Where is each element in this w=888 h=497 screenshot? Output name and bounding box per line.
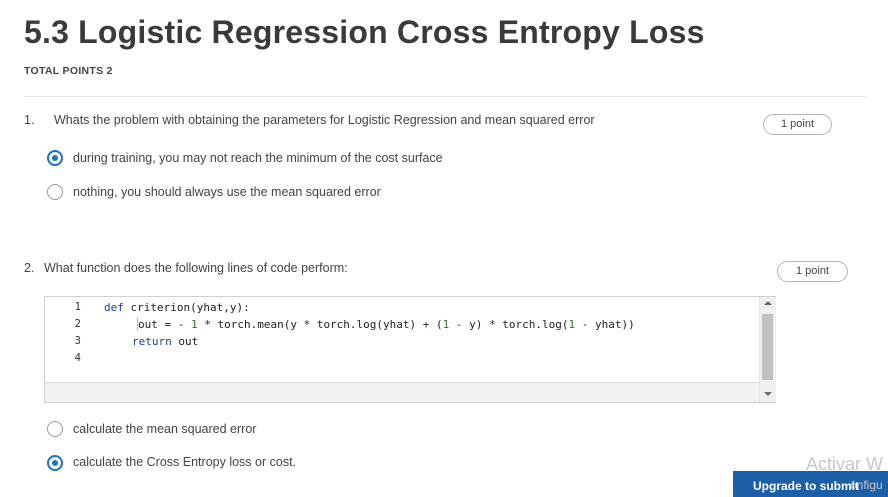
activation-watermark-sub: onfigu: [850, 478, 883, 492]
scroll-up-arrow-icon[interactable]: [764, 301, 772, 305]
question-2-option-1-label[interactable]: calculate the mean squared error: [73, 422, 256, 436]
question-2-option-2-radio[interactable]: [47, 455, 63, 471]
code-editor-footer: [45, 382, 775, 402]
divider: [24, 96, 866, 97]
question-2-option-1-radio[interactable]: [47, 421, 63, 437]
line-number: 3: [74, 335, 81, 347]
question-1-text: Whats the problem with obtaining the par…: [54, 113, 595, 127]
question-1-option-2-label[interactable]: nothing, you should always use the mean …: [73, 185, 381, 199]
question-2-option-2-label[interactable]: calculate the Cross Entropy loss or cost…: [73, 455, 296, 469]
line-number: 1: [74, 301, 81, 313]
question-1-option-2-radio[interactable]: [47, 184, 63, 200]
question-1-option-1-radio[interactable]: [47, 150, 63, 166]
question-1-points-badge: 1 point: [763, 114, 832, 135]
scroll-down-arrow-icon[interactable]: [764, 392, 772, 396]
code-line-1: def criterion(yhat,y):: [104, 301, 250, 314]
code-line-2: out = - 1 * torch.mean(y * torch.log(yha…: [138, 318, 635, 331]
question-2-number: 2.: [24, 261, 35, 275]
question-2-points-badge: 1 point: [777, 261, 848, 282]
question-1-number: 1.: [24, 113, 35, 127]
total-points: TOTAL POINTS 2: [24, 65, 113, 77]
line-number: 2: [74, 318, 81, 330]
question-1-option-1-label[interactable]: during training, you may not reach the m…: [73, 151, 443, 165]
code-scrollbar-thumb[interactable]: [762, 314, 773, 380]
line-number: 4: [74, 352, 81, 364]
code-editor[interactable]: 1 2 3 4 def criterion(yhat,y): out = - 1…: [44, 296, 776, 403]
page-title: 5.3 Logistic Regression Cross Entropy Lo…: [24, 14, 705, 50]
code-line-3: return out: [132, 335, 199, 348]
question-2-text: What function does the following lines o…: [44, 261, 348, 275]
